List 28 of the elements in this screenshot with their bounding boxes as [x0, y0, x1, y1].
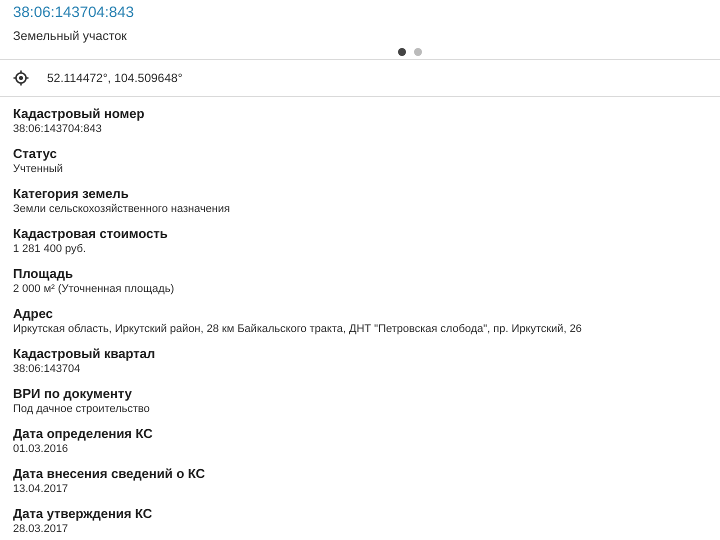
- field-label: Дата внесения сведений о КС: [13, 465, 206, 482]
- field-value: 38:06:143704: [13, 362, 80, 377]
- parcel-type: Земельный участок: [13, 28, 127, 44]
- parcel-title: 38:06:143704:843: [13, 3, 134, 23]
- field-label: Дата утверждения КС: [13, 505, 152, 522]
- field-value: 2 000 м² (Уточненная площадь): [13, 282, 174, 297]
- field-value: 38:06:143704:843: [13, 122, 102, 137]
- field-label: Статус: [13, 145, 57, 162]
- location-target-icon: [13, 70, 29, 86]
- field-value: Иркутская область, Иркутский район, 28 км Байкальского тракта, ДНТ "Петровская слобода", пр. Иркутский, 26: [13, 322, 582, 337]
- field-value: 01.03.2016: [13, 442, 68, 457]
- field-value: Под дачное строительство: [13, 402, 150, 417]
- field-label: Кадастровый номер: [13, 105, 144, 122]
- pager-dot[interactable]: [414, 48, 422, 56]
- field-label: Кадастровая стоимость: [13, 225, 168, 242]
- field-value: 13.04.2017: [13, 482, 68, 497]
- field-value: 28.03.2017: [13, 522, 68, 537]
- field-value: 1 281 400 руб.: [13, 242, 86, 257]
- field-label: Дата определения КС: [13, 425, 153, 442]
- field-label: Категория земель: [13, 185, 129, 202]
- field-value: Учтенный: [13, 162, 63, 177]
- pager-dot[interactable]: [398, 48, 406, 56]
- field-label: ВРИ по документу: [13, 385, 132, 402]
- field-label: Площадь: [13, 265, 73, 282]
- field-label: Адрес: [13, 305, 53, 322]
- field-label: Кадастровый квартал: [13, 345, 156, 362]
- field-value: Земли сельскохозяйственного назначения: [13, 202, 230, 217]
- coordinates: 52.114472°, 104.509648°: [47, 71, 182, 85]
